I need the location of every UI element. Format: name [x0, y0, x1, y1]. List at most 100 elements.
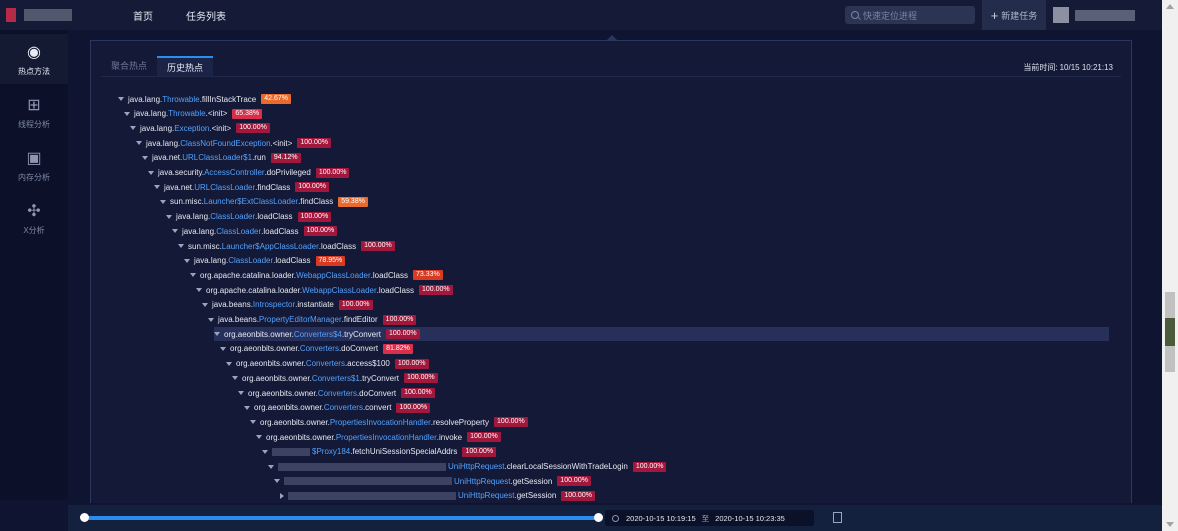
call-tree-row[interactable]: java.lang. Throwable .fillInStackTrace 42.6… — [118, 92, 291, 106]
call-tree-row[interactable]: org.aeonbits.owner. Converters .doConvert 8… — [220, 342, 413, 356]
caret-down-icon[interactable] — [118, 97, 124, 101]
caret-right-icon[interactable] — [280, 492, 284, 499]
call-tree-row[interactable]: java.net. URLClassLoader$1 .run 94.12% — [142, 151, 301, 165]
call-tree-row[interactable]: sun.misc. Launcher$ExtClassLoader .findCla… — [160, 195, 368, 209]
caret-down-icon[interactable] — [196, 288, 202, 293]
caret-down-icon[interactable] — [250, 420, 256, 425]
timeline-bar: 2020-10-15 10:19:15 至 2020-10-15 10:23:3… — [68, 505, 1162, 531]
call-tree-row[interactable]: java.lang. Throwable .<init> 65.38% — [124, 107, 263, 121]
sidebar-item-0[interactable]: ◉ 热点方法 — [0, 34, 68, 84]
sidebar-item-label: 线程分析 — [18, 120, 50, 129]
class-name: UniHttpRequest — [448, 462, 505, 471]
caret-down-icon[interactable] — [238, 391, 244, 395]
time-range-slider[interactable] — [84, 516, 598, 520]
caret-down-icon[interactable] — [274, 479, 280, 484]
class-name: Converters$4 — [293, 329, 342, 339]
caret-down-icon[interactable] — [178, 244, 184, 248]
call-tree-row[interactable]: java.lang. ClassLoader .loadClass 100.00% — [166, 210, 332, 224]
new-task-button[interactable]: + 新建任务 — [982, 0, 1046, 30]
caret-down-icon[interactable] — [148, 170, 154, 175]
tab-aggregate-hotspot[interactable]: 聚合热点 — [101, 56, 157, 76]
sidebar-item-1[interactable]: ⊞ 线程分析 — [0, 87, 68, 137]
caret-down-icon[interactable] — [154, 185, 160, 190]
nav-task-list-link[interactable]: 任务列表 — [186, 8, 226, 23]
call-tree-row[interactable]: org.apache.catalina.loader. WebappClassLo… — [196, 283, 453, 297]
method-name: .findClass — [298, 197, 334, 207]
caret-down-icon[interactable] — [172, 229, 178, 234]
caret-down-icon[interactable] — [166, 214, 172, 219]
new-task-label: 新建任务 — [1001, 10, 1038, 21]
call-tree-row[interactable]: java.beans. Introspector .instantiate 100.0… — [202, 298, 373, 312]
percent-badge: 100.00% — [297, 138, 331, 149]
caret-down-icon[interactable] — [268, 464, 274, 469]
caret-down-icon[interactable] — [142, 155, 148, 160]
caret-down-icon[interactable] — [214, 332, 220, 337]
call-tree-row[interactable]: java.lang. ClassNotFoundException .<init> 1… — [136, 136, 331, 150]
search-placeholder: 快速定位进程 — [863, 10, 918, 21]
percent-badge: 94.12% — [270, 152, 301, 163]
scroll-up-arrow-icon[interactable] — [1166, 4, 1174, 9]
caret-down-icon[interactable] — [160, 199, 166, 204]
package-name: java.net. — [164, 182, 195, 192]
range-end: 2020-10-15 10:23:35 — [715, 513, 785, 523]
sidebar-item-3[interactable]: ✣ X分析 — [0, 193, 68, 243]
call-tree-row[interactable]: java.net. URLClassLoader .findClass 100.00% — [154, 180, 329, 194]
call-tree-row[interactable]: org.aeonbits.owner. PropertiesInvocationH… — [256, 430, 501, 444]
call-tree-row[interactable]: sun.misc. Launcher$AppClassLoader .loadCla… — [178, 239, 395, 253]
scroll-down-arrow-icon[interactable] — [1166, 522, 1174, 527]
call-tree-row[interactable]: UniHttpRequest .clearLocalSessionWithTrad… — [268, 460, 667, 474]
call-tree-row[interactable]: org.aeonbits.owner. Converters .doConvert 1… — [238, 386, 435, 400]
caret-down-icon[interactable] — [184, 258, 190, 263]
clock-icon — [612, 514, 619, 522]
package-name: java.lang. — [140, 123, 175, 133]
hotspot-panel: 聚合热点 历史热点 当前时间: 10/15 10:21:13 java.lang.… — [90, 40, 1132, 503]
call-tree-row[interactable]: org.aeonbits.owner. Converters .access$100… — [226, 357, 429, 371]
call-tree-row[interactable]: java.lang. ClassLoader .loadClass 100.00% — [172, 224, 338, 238]
method-name: .resolveProperty — [430, 417, 490, 427]
caret-down-icon[interactable] — [244, 405, 250, 410]
call-tree-row[interactable]: java.beans. PropertyEditorManager .findEdi… — [208, 313, 417, 327]
caret-down-icon[interactable] — [124, 111, 130, 116]
call-tree-row[interactable]: java.lang. Exception .<init> 100.00% — [130, 121, 270, 135]
time-range-picker[interactable]: 2020-10-15 10:19:15 至 2020-10-15 10:23:3… — [605, 510, 814, 526]
slider-start-handle[interactable] — [80, 513, 89, 522]
caret-down-icon[interactable] — [130, 126, 136, 131]
caret-down-icon[interactable] — [202, 302, 208, 307]
percent-badge: 65.38% — [232, 108, 263, 119]
method-name: .access$100 — [344, 359, 390, 369]
caret-down-icon[interactable] — [226, 361, 232, 366]
call-tree-row[interactable]: org.apache.catalina.loader. WebappClassLo… — [190, 268, 443, 282]
process-search-input[interactable]: 快速定位进程 — [845, 6, 975, 24]
call-tree-row[interactable]: UniHttpRequest .getSession 100.00% — [274, 474, 591, 488]
package-name: java.security. — [158, 168, 205, 177]
call-tree-row[interactable]: $Proxy184 .fetchUniSessionSpecialAddrs 100… — [262, 445, 497, 459]
percent-badge: 100.00% — [297, 211, 332, 222]
call-tree-row[interactable]: java.lang. ClassLoader .loadClass 78.95% — [184, 254, 346, 268]
nav-home-link[interactable]: 首页 — [133, 8, 153, 23]
caret-down-icon[interactable] — [136, 141, 142, 146]
slider-end-handle[interactable] — [594, 513, 603, 522]
caret-down-icon[interactable] — [256, 435, 262, 440]
caret-down-icon[interactable] — [190, 273, 196, 278]
call-tree-row[interactable]: org.aeonbits.owner. PropertiesInvocationH… — [250, 415, 528, 429]
caret-down-icon[interactable] — [232, 376, 238, 381]
call-tree-row[interactable]: java.security. AccessController .doPrivile… — [148, 166, 350, 180]
export-icon[interactable] — [833, 512, 842, 523]
call-tree-row[interactable]: org.aeonbits.owner. Converters$4 .tryConve… — [214, 327, 1109, 342]
top-navbar: 首页 任务列表 快速定位进程 + 新建任务 — [0, 0, 1162, 30]
tab-history-hotspot[interactable]: 历史热点 — [157, 56, 214, 76]
search-icon — [851, 11, 859, 19]
call-tree-row[interactable]: UniHttpRequest .getSession 100.00% — [280, 489, 595, 503]
method-name: .loadClass — [273, 256, 311, 266]
page-scrollbar[interactable] — [1162, 0, 1178, 531]
caret-down-icon[interactable] — [220, 346, 226, 351]
sidebar-item-2[interactable]: ▣ 内存分析 — [0, 140, 68, 190]
caret-down-icon[interactable] — [262, 449, 268, 454]
avatar[interactable] — [1053, 7, 1069, 23]
call-tree-row[interactable]: org.aeonbits.owner. Converters$1 .tryConve… — [232, 371, 438, 385]
call-tree-row[interactable]: org.aeonbits.owner. Converters .convert 100… — [244, 401, 431, 415]
username-redacted[interactable] — [1075, 10, 1135, 21]
caret-down-icon[interactable] — [208, 317, 214, 322]
method-name: .loadClass — [261, 226, 299, 236]
method-name: .findClass — [255, 182, 291, 192]
